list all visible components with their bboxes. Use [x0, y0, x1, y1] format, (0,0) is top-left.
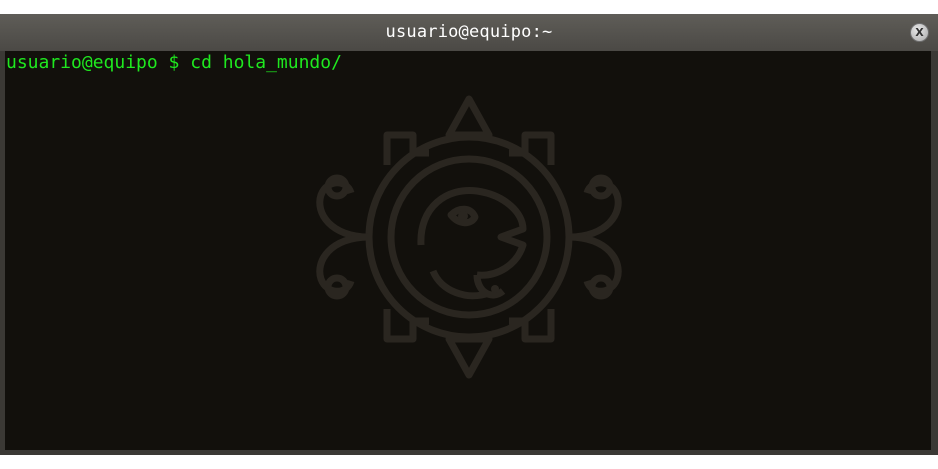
window-title: usuario@equipo:~: [385, 22, 553, 42]
terminal-window: usuario@equipo:~ X usuario@equipo $ cd h…: [0, 14, 938, 455]
prompt-line: usuario@equipo $ cd hola_mundo/: [6, 52, 342, 73]
close-icon[interactable]: X: [910, 23, 929, 42]
title-bar[interactable]: usuario@equipo:~ X: [0, 14, 938, 51]
aztec-sun-stone-watermark: [316, 95, 622, 379]
terminal-area[interactable]: usuario@equipo $ cd hola_mundo/: [5, 51, 931, 450]
